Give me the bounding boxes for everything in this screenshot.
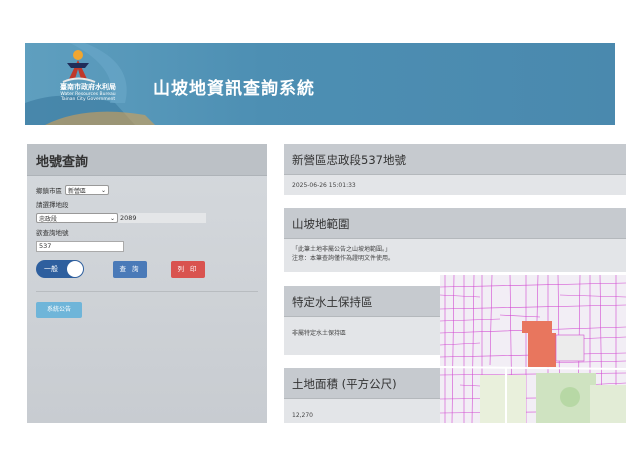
lot-label: 欲查詢地號 [36,229,69,237]
mode-toggle-label: 一般 [44,265,58,273]
logo-figure-icon [62,50,96,83]
district-value: 新營區 [68,187,87,195]
section-value: 忠政段 [39,215,58,223]
selected-parcel-2 [528,333,556,367]
conservation-zone-card: 特定水土保持區 非屬特定水土保持區 [284,286,440,355]
section-label: 請選擇地段 [36,201,69,209]
slope-range-card: 山坡地範圍 「此筆土地非屬公告之山坡地範圍。」 注意：本筆查詢僅作為證明文件使用… [284,208,626,272]
slope-range-result: 「此筆土地非屬公告之山坡地範圍。」 [292,246,392,253]
lot-query-form: 鄉鎮市區 新營區 ⌄ 請選擇地段 忠政段 ⌄ 2089 欲查詢地號 537 一般… [27,176,267,326]
divider [36,291,258,292]
header-banner: 臺南市政府水利局 Water Resources Bureau Tainan C… [25,43,615,125]
section-code: 2089 [118,213,206,223]
section-select[interactable]: 忠政段 ⌄ [36,213,118,223]
chevron-down-icon: ⌄ [100,186,106,194]
conservation-zone-value: 非屬特定水土保持區 [292,330,347,337]
map-parcels [440,275,626,423]
address-card: 新營區忠政段537地號 2025-06-26 15:01:33 [284,144,626,195]
district-label: 鄉鎮市區 [36,187,62,195]
land-area-title: 土地面積 (平方公尺) [284,368,440,399]
org-name: 臺南市政府水利局 [60,83,116,91]
lot-query-panel: 地號查詢 鄉鎮市區 新營區 ⌄ 請選擇地段 忠政段 ⌄ 2089 欲查詢地號 5… [27,144,267,423]
toggle-knob [67,261,83,277]
district-select[interactable]: 新營區 ⌄ [65,185,109,195]
selected-parcel [522,321,552,333]
print-button[interactable]: 列 印 [171,260,205,278]
lot-query-title: 地號查詢 [27,144,267,176]
page: 臺南市政府水利局 Water Resources Bureau Tainan C… [0,0,640,460]
app-title: 山坡地資訊查詢系統 [153,79,315,99]
land-area-value: 12,270 [292,412,313,419]
cadastral-map[interactable] [440,275,626,423]
system-notice-button[interactable]: 系統公告 [36,302,82,318]
lot-number-input[interactable]: 537 [36,240,124,252]
mode-toggle[interactable]: 一般 [36,260,84,278]
slope-range-body: 「此筆土地非屬公告之山坡地範圍。」 注意：本筆查詢僅作為證明文件使用。 [284,239,626,269]
query-timestamp: 2025-06-26 15:01:33 [292,182,356,189]
org-name-en-2: Tainan City Government [60,97,116,102]
bureau-logo[interactable]: 臺南市政府水利局 Water Resources Bureau Tainan C… [33,49,133,117]
slope-range-note: 注意：本筆查詢僅作為證明文件使用。 [292,255,395,262]
chevron-down-icon: ⌄ [109,214,115,222]
search-button[interactable]: 查 詢 [113,260,147,278]
conservation-zone-title: 特定水土保持區 [284,286,440,317]
slope-range-title: 山坡地範圍 [284,208,626,239]
address-title: 新營區忠政段537地號 [284,144,626,175]
logo-text: 臺南市政府水利局 Water Resources Bureau Tainan C… [43,83,133,102]
land-area-card: 土地面積 (平方公尺) 12,270 [284,368,440,423]
